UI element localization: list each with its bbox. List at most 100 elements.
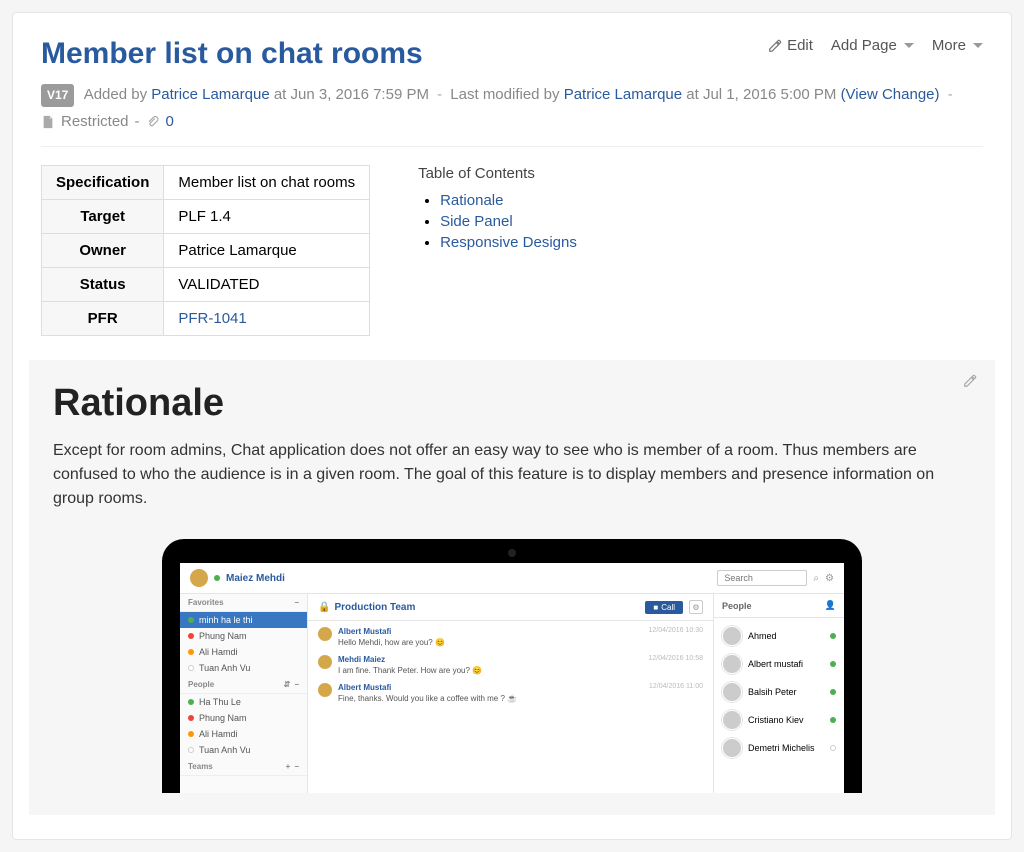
people-item[interactable]: Ahmed (722, 622, 836, 650)
add-icon[interactable]: + (286, 762, 291, 771)
collapse-icon[interactable]: − (294, 762, 299, 771)
avatar (722, 682, 742, 702)
chevron-down-icon (904, 43, 914, 48)
avatar (318, 683, 332, 697)
sidebar-item[interactable]: Phung Nam (180, 710, 307, 726)
presence-dot (188, 731, 194, 737)
chat-message: Albert MustafiHello Mehdi, how are you? … (318, 627, 703, 647)
gear-icon: ⚙ (692, 603, 699, 612)
search-icon[interactable]: ⌕ (813, 573, 819, 584)
avatar (318, 627, 332, 641)
meta-line: V17 Added by Patrice Lamarque at Jun 3, … (41, 83, 983, 107)
presence-dot (188, 665, 194, 671)
sidebar-item[interactable]: Tuan Anh Vu (180, 742, 307, 758)
spec-key: Owner (42, 234, 164, 268)
room-settings-button[interactable]: ⚙ (689, 600, 703, 614)
sort-icon[interactable]: ⇵ (284, 680, 291, 689)
collapse-icon[interactable]: − (294, 680, 299, 689)
spec-table: SpecificationMember list on chat roomsTa… (41, 165, 370, 336)
avatar (318, 655, 332, 669)
spec-value: PLF 1.4 (164, 200, 370, 234)
restricted-label: Restricted (61, 113, 129, 130)
sidebar-item[interactable]: minh ha le thi (180, 612, 307, 628)
presence-dot (830, 717, 836, 723)
chevron-down-icon (973, 43, 983, 48)
avatar (722, 654, 742, 674)
avatar (190, 569, 208, 587)
people-item[interactable]: Demetri Michelis (722, 734, 836, 762)
spec-key: Target (42, 200, 164, 234)
gear-icon[interactable]: ⚙ (825, 573, 834, 584)
sidebar-item[interactable]: Ali Hamdi (180, 644, 307, 660)
spec-value: Patrice Lamarque (164, 234, 370, 268)
people-item[interactable]: Cristiano Kiev (722, 706, 836, 734)
table-row: StatusVALIDATED (42, 268, 370, 302)
toc-item: Responsive Designs (440, 234, 577, 251)
avatar (722, 710, 742, 730)
people-toggle-icon[interactable]: 👤 (825, 600, 836, 611)
toc-item: Rationale (440, 192, 577, 209)
call-button[interactable]: ■Call (645, 601, 683, 614)
page-actions: Edit Add Page More (768, 37, 983, 54)
camera-icon (508, 549, 516, 557)
spec-value[interactable]: PFR-1041 (164, 302, 370, 336)
chat-message: Mehdi MaiezI am fine. Thank Peter. How a… (318, 655, 703, 675)
toc-link[interactable]: Responsive Designs (440, 234, 577, 251)
table-row: OwnerPatrice Lamarque (42, 234, 370, 268)
version-badge: V17 (41, 84, 74, 107)
presence-dot (830, 745, 836, 751)
edit-action[interactable]: Edit (768, 37, 813, 54)
people-item[interactable]: Albert mustafi (722, 650, 836, 678)
attachments-count[interactable]: 0 (166, 113, 174, 130)
edit-icon (963, 374, 977, 388)
author-link[interactable]: Patrice Lamarque (151, 86, 269, 103)
presence-dot (188, 633, 194, 639)
add-page-action[interactable]: Add Page (831, 37, 914, 54)
sidebar-item[interactable]: Phung Nam (180, 628, 307, 644)
toc-link[interactable]: Rationale (440, 192, 503, 209)
avatar (722, 738, 742, 758)
toc: Table of Contents Rationale Side Panel Res… (418, 165, 577, 336)
presence-dot (188, 715, 194, 721)
edit-icon (768, 39, 782, 53)
sidebar-item[interactable]: Ali Hamdi (180, 726, 307, 742)
toc-heading: Table of Contents (418, 165, 577, 182)
avatar (722, 626, 742, 646)
section-edit-button[interactable] (963, 374, 977, 393)
toc-item: Side Panel (440, 213, 577, 230)
spec-key: PFR (42, 302, 164, 336)
spec-value: Member list on chat rooms (164, 166, 370, 200)
chat-message: Albert MustafiFine, thanks. Would you li… (318, 683, 703, 703)
page-icon (41, 115, 55, 129)
presence-dot (830, 661, 836, 667)
presence-dot (830, 633, 836, 639)
presence-dot (830, 689, 836, 695)
sidebar-item[interactable]: Tuan Anh Vu (180, 660, 307, 676)
view-change-link[interactable]: (View Change) (841, 86, 940, 103)
mockup-device: Maiez Mehdi ⌕ ⚙ Favorites− minh ha le th… (162, 539, 862, 793)
modifier-link[interactable]: Patrice Lamarque (564, 86, 682, 103)
sidebar-item[interactable]: Ha Thu Le (180, 694, 307, 710)
more-action[interactable]: More (932, 37, 983, 54)
table-row: SpecificationMember list on chat rooms (42, 166, 370, 200)
attachment-icon (146, 115, 160, 129)
page-title: Member list on chat rooms (41, 37, 423, 71)
collapse-icon[interactable]: − (294, 598, 299, 607)
section-heading: Rationale (53, 382, 971, 425)
presence-dot (214, 575, 220, 581)
presence-dot (188, 617, 194, 623)
table-row: TargetPLF 1.4 (42, 200, 370, 234)
table-row: PFRPFR-1041 (42, 302, 370, 336)
spec-key: Specification (42, 166, 164, 200)
lock-icon: 🔒 (318, 602, 330, 613)
presence-dot (188, 747, 194, 753)
section-body: Except for room admins, Chat application… (53, 439, 971, 511)
toc-link[interactable]: Side Panel (440, 213, 513, 230)
people-item[interactable]: Balsih Peter (722, 678, 836, 706)
spec-key: Status (42, 268, 164, 302)
spec-value: VALIDATED (164, 268, 370, 302)
presence-dot (188, 699, 194, 705)
video-icon: ■ (653, 603, 658, 612)
presence-dot (188, 649, 194, 655)
mockup-search-input[interactable] (717, 570, 807, 586)
